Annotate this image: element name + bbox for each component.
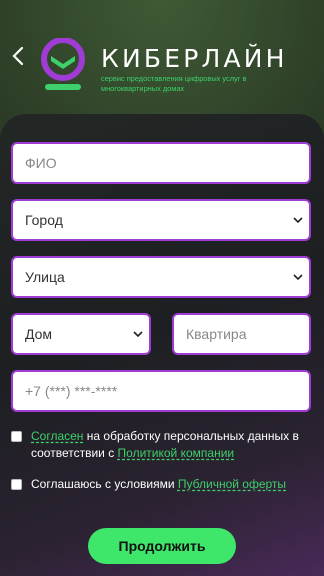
header: КИБЕРЛАЙН сервис предоставления цифровых… [0,0,324,115]
chevron-down-icon [293,217,303,224]
house-select-value: Дом [25,326,53,342]
house-select[interactable]: Дом [11,313,151,355]
agree-link[interactable]: Согласен [31,429,83,443]
continue-button[interactable]: Продолжить [88,528,236,564]
offer-consent-text: Соглашаюсь с условиями [31,477,178,491]
street-select-value: Улица [25,269,65,285]
back-button[interactable] [8,42,28,70]
logo-icon [41,38,85,90]
city-select-value: Город [25,212,63,228]
name-placeholder: ФИО [25,155,57,171]
brand-tagline: сервис предоставления цифровых услуг в м… [101,74,247,93]
chevron-left-icon [12,46,24,66]
apartment-placeholder: Квартира [186,326,247,342]
personal-data-checkbox[interactable] [11,431,22,442]
chevron-down-icon [293,274,303,281]
brand-name: КИБЕРЛАЙН [101,44,288,73]
public-offer-link[interactable]: Публичной оферты [178,477,286,491]
phone-input[interactable]: +7 (***) ***-**** [11,370,311,412]
chevron-down-icon [133,331,143,338]
phone-placeholder: +7 (***) ***-**** [25,383,118,399]
offer-text: Соглашаюсь с условиями Публичной оферты [31,476,286,493]
company-policy-link[interactable]: Политикой компании [118,446,235,460]
street-select[interactable]: Улица [11,256,311,298]
offer-checkbox[interactable] [11,479,22,490]
city-select[interactable]: Город [11,199,311,241]
personal-data-text: Согласен на обработку персональных данны… [31,428,311,462]
offer-consent: Соглашаюсь с условиями Публичной оферты [11,476,311,493]
apartment-input[interactable]: Квартира [172,313,311,355]
name-input[interactable]: ФИО [11,142,311,184]
personal-data-consent: Согласен на обработку персональных данны… [11,428,311,462]
